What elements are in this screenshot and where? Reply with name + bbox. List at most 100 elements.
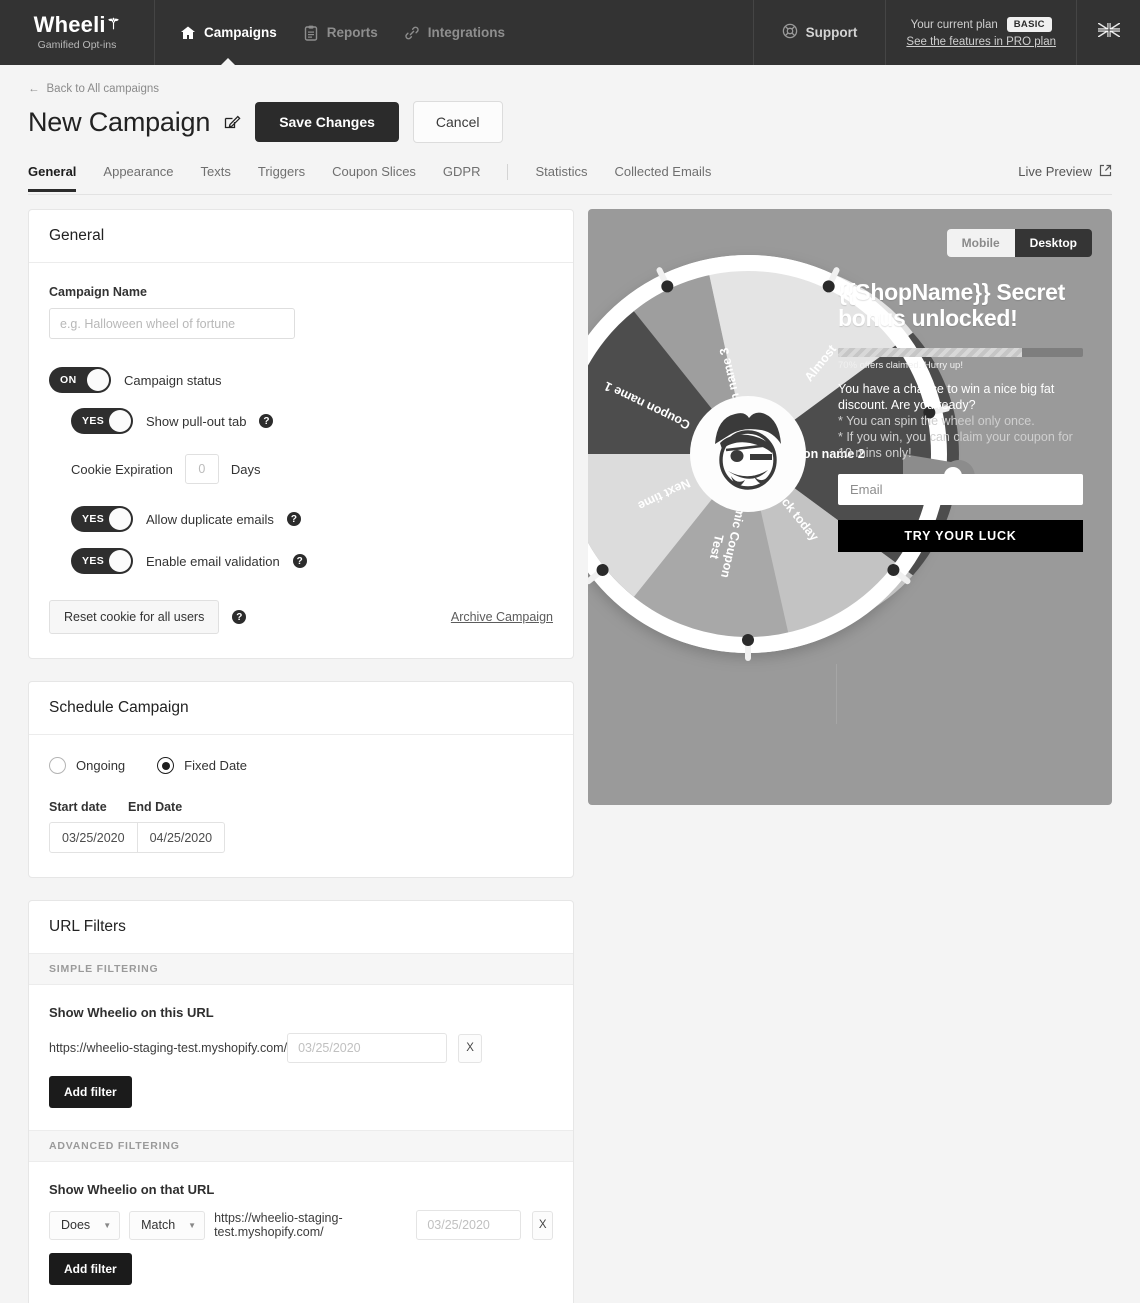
tab-coupon-slices[interactable]: Coupon Slices [332,164,416,191]
offers-progress-bar [838,347,1083,357]
toggle-knob [87,369,109,391]
preview-email-input[interactable] [838,473,1083,505]
brand-logo[interactable]: Wheeli ⚚ Gamified Opt-ins [0,0,155,65]
help-icon[interactable]: ? [286,512,301,526]
pro-plan-link[interactable]: See the features in PRO plan [906,36,1056,48]
campaign-name-input[interactable] [49,308,295,339]
pullout-tab-toggle[interactable]: YES [71,408,133,434]
email-validation-row: YES Enable email validation ? [71,548,553,574]
chevron-down-icon: ▼ [188,1220,197,1230]
language-selector[interactable] [1076,0,1140,65]
offers-progress-fill [838,347,1022,357]
end-date-input[interactable]: 04/25/2020 [137,822,226,853]
support-button[interactable]: Support [752,0,886,65]
date-header-row: Start date End Date [49,800,553,814]
duplicate-emails-toggle[interactable]: YES [71,506,133,532]
duplicate-emails-label: Allow duplicate emails [146,511,274,527]
radio-circle-ongoing [49,757,66,774]
pullout-tab-toggle-label: YES [82,415,105,427]
help-icon[interactable]: ? [292,554,307,568]
help-icon[interactable]: ? [232,610,247,624]
advanced-filter-remove-button[interactable]: X [532,1210,553,1240]
url-filters-card-header: URL Filters [29,901,573,954]
nav-item-reports-label: Reports [326,25,378,40]
lifebuoy-icon [782,23,798,42]
edit-pencil-icon[interactable] [224,114,241,131]
tab-texts[interactable]: Texts [201,164,231,191]
back-label: Back to All campaigns [46,83,160,95]
campaign-name-label: Campaign Name [49,285,147,299]
nav-item-integrations[interactable]: Integrations [404,0,505,65]
link-icon [404,25,420,41]
reset-cookie-button[interactable]: Reset cookie for all users [49,600,220,634]
simple-filter-remove-button[interactable]: X [458,1033,483,1063]
schedule-card-title: Schedule Campaign [49,699,189,716]
simple-url-path-input[interactable] [287,1033,448,1063]
chevron-down-icon: ▼ [103,1220,112,1230]
radio-fixed-date[interactable]: Fixed Date [157,757,247,774]
top-navigation-bar: Wheeli ⚚ Gamified Opt-ins Campaigns Repo… [0,0,1140,66]
advanced-condition-select[interactable]: Does ▼ [49,1210,121,1240]
radio-ongoing[interactable]: Ongoing [49,757,125,774]
preview-divider [836,664,837,724]
advanced-operator-select[interactable]: Match ▼ [129,1210,206,1240]
cookie-expiration-input[interactable] [184,454,219,484]
advanced-url-path-input[interactable] [416,1210,522,1240]
nav-item-campaigns-label: Campaigns [204,25,277,40]
uk-flag-icon [1097,22,1120,42]
offers-progress-caption: 70% offers claimed. Hurry up! [838,359,963,371]
cookie-expiration-row: Cookie Expiration Days [71,454,553,484]
email-validation-toggle[interactable]: YES [71,548,133,574]
tab-bar: General Appearance Texts Triggers Coupon… [28,161,1112,195]
reset-cookie-row: Reset cookie for all users ? Archive Cam… [49,600,553,634]
tab-triggers[interactable]: Triggers [258,164,305,191]
nav-right-group: Support Your current plan BASIC See the … [752,0,1140,65]
external-link-icon [1099,164,1112,180]
back-to-campaigns-link[interactable]: ← Back to All campaigns [28,65,1112,95]
tab-general[interactable]: General [28,164,77,192]
url-filters-card: URL Filters SIMPLE FILTERING Show Wheeli… [28,900,574,1303]
general-card: General Campaign Name ON Campaign status… [28,209,574,659]
toggle-knob [109,550,131,572]
advanced-add-filter-button[interactable]: Add filter [49,1253,132,1285]
preview-headline: {{ShopName}} Secret bonus unlocked! [838,279,1065,331]
wheel-icon: ⚚ [106,15,121,33]
home-icon [180,25,196,41]
preview-try-your-luck-button[interactable]: TRY YOUR LUCK [838,519,1083,552]
toggle-knob [109,410,131,432]
archive-campaign-link[interactable]: Archive Campaign [451,610,553,624]
save-changes-button[interactable]: Save Changes [255,102,399,142]
tab-divider [507,163,509,180]
nav-item-campaigns[interactable]: Campaigns [180,0,277,66]
live-preview-link[interactable]: Live Preview [1018,164,1112,192]
preview-description: You have a chance to win a nice big fat … [838,381,1083,461]
tab-appearance[interactable]: Appearance [103,164,173,191]
device-toggle-mobile[interactable]: Mobile [946,229,1015,257]
preview-desc-main: You have a chance to win a nice big fat … [838,381,1055,412]
radio-circle-fixed-date [157,757,175,774]
live-preview-label: Live Preview [1018,164,1092,179]
help-icon[interactable]: ? [259,414,274,428]
email-validation-toggle-label: YES [82,555,105,567]
advanced-filter-label: Show Wheelio on that URL [49,1182,215,1197]
tab-statistics[interactable]: Statistics [535,164,587,191]
plan-row: Your current plan BASIC [911,17,1052,32]
tab-collected-emails[interactable]: Collected Emails [615,164,712,191]
tab-gdpr[interactable]: GDPR [443,164,481,191]
live-preview-panel: Mobile Desktop Coupon name 3 Almost Coup… [588,209,1112,805]
advanced-url-prefix: https://wheelio-staging-test.myshopify.c… [214,1211,343,1239]
preview-promo-panel: {{ShopName}} Secret bonus unlocked! 70% … [838,279,1083,552]
simple-filter-row: https://wheelio-staging-test.myshopify.c… [49,1033,553,1063]
nav-item-reports[interactable]: Reports [303,0,378,65]
device-toggle-desktop[interactable]: Desktop [1014,229,1092,257]
clipboard-icon [303,25,319,41]
campaign-status-toggle[interactable]: ON [49,367,111,393]
start-date-input[interactable]: 03/25/2020 [49,822,138,853]
url-filters-card-title: URL Filters [49,918,126,935]
title-row: New Campaign Save Changes Cancel [28,101,1112,143]
cancel-button[interactable]: Cancel [412,101,503,143]
simple-add-filter-button[interactable]: Add filter [49,1076,132,1108]
simple-url-prefix: https://wheelio-staging-test.myshopify.c… [49,1041,288,1055]
settings-column: General Campaign Name ON Campaign status… [28,209,574,1303]
toggle-knob [109,508,131,530]
